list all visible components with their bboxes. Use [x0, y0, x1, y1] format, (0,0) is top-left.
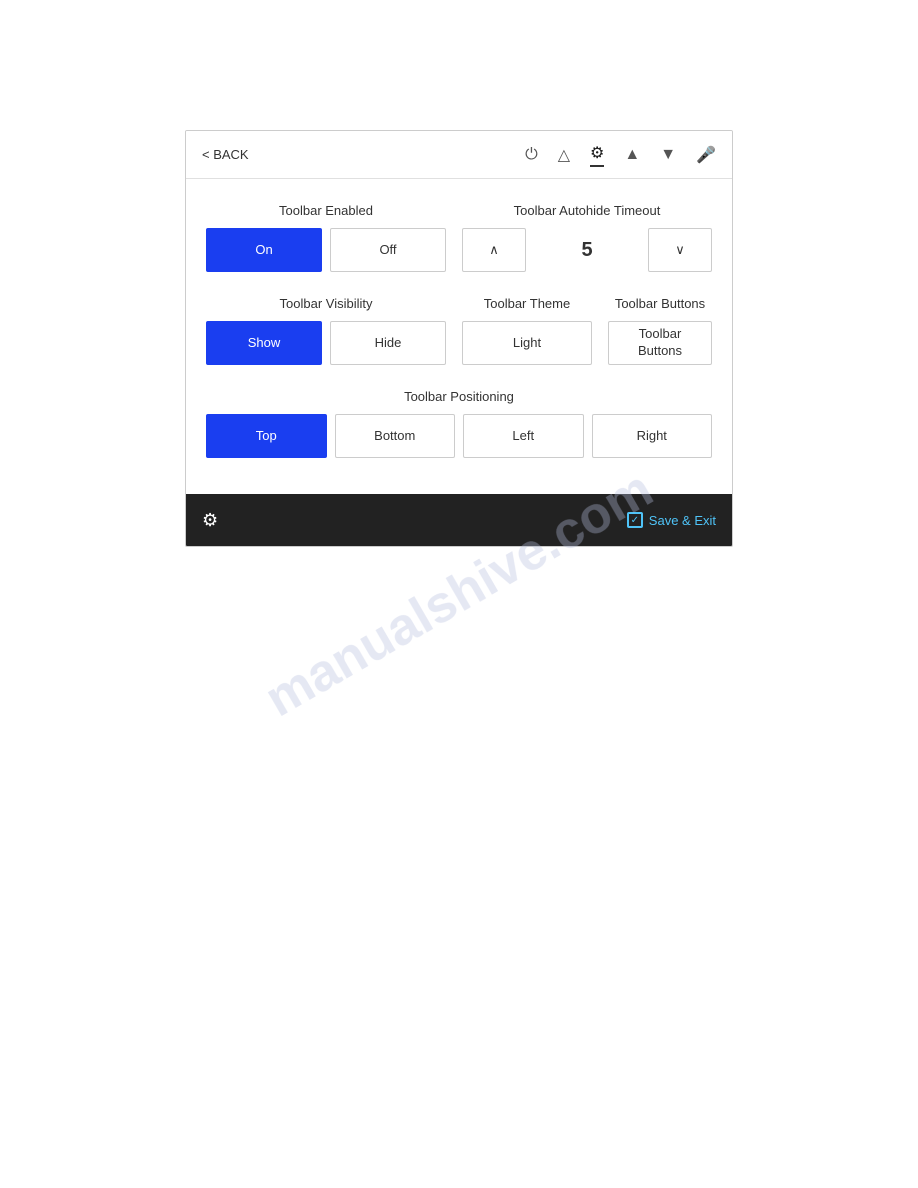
- positioning-label: Toolbar Positioning: [206, 389, 712, 404]
- visibility-btn-group: Show Hide: [206, 321, 446, 365]
- light-theme-button[interactable]: Light: [462, 321, 592, 365]
- show-button[interactable]: Show: [206, 321, 322, 365]
- toolbar-enabled-label: Toolbar Enabled: [206, 203, 446, 218]
- enabled-autohide-row: Toolbar Enabled On Off Toolbar Autohide …: [206, 203, 712, 272]
- toolbar-autohide-label: Toolbar Autohide Timeout: [462, 203, 712, 218]
- right-button[interactable]: Right: [592, 414, 713, 458]
- toolbar-visibility-label: Toolbar Visibility: [206, 296, 446, 311]
- toolbar-theme-section: Toolbar Theme Light: [462, 296, 592, 365]
- enabled-btn-group: On Off: [206, 228, 446, 272]
- top-button[interactable]: Top: [206, 414, 327, 458]
- content-area: Toolbar Enabled On Off Toolbar Autohide …: [186, 179, 732, 494]
- footer-bar: ⚙ ✓ Save & Exit: [186, 494, 732, 546]
- save-exit-checkmark-icon: ✓: [627, 512, 643, 528]
- toolbar-buttons-section: Toolbar Buttons ToolbarButtons: [608, 296, 712, 365]
- home-icon[interactable]: △: [558, 145, 570, 165]
- vis-theme-buttons-row: Toolbar Visibility Show Hide Toolbar The…: [206, 296, 712, 365]
- toolbar-buttons-label: Toolbar Buttons: [608, 296, 712, 311]
- back-button[interactable]: < BACK: [202, 147, 249, 162]
- bottom-button[interactable]: Bottom: [335, 414, 456, 458]
- on-button[interactable]: On: [206, 228, 322, 272]
- footer-gear-icon[interactable]: ⚙: [202, 510, 218, 531]
- toolbar-enabled-section: Toolbar Enabled On Off: [206, 203, 446, 272]
- power-icon[interactable]: ⏻: [525, 146, 538, 164]
- settings-panel: < BACK ⏻ △ ⚙ ▲ ▼ 🎤 Toolbar Enabled On Of…: [185, 130, 733, 547]
- autohide-value: 5: [534, 239, 640, 262]
- up-icon[interactable]: ▲: [624, 146, 640, 164]
- settings-icon[interactable]: ⚙: [590, 143, 604, 167]
- off-button[interactable]: Off: [330, 228, 446, 272]
- save-exit-button[interactable]: ✓ Save & Exit: [627, 512, 716, 528]
- autohide-increment-button[interactable]: ∧: [462, 228, 526, 272]
- toolbar-theme-label: Toolbar Theme: [462, 296, 592, 311]
- autohide-decrement-button[interactable]: ∨: [648, 228, 712, 272]
- top-nav: < BACK ⏻ △ ⚙ ▲ ▼ 🎤: [186, 131, 732, 179]
- left-button[interactable]: Left: [463, 414, 584, 458]
- toolbar-visibility-section: Toolbar Visibility Show Hide: [206, 296, 446, 365]
- save-exit-label: Save & Exit: [649, 513, 716, 528]
- theme-btn-group: Light: [462, 321, 592, 365]
- mic-icon[interactable]: 🎤: [696, 145, 716, 165]
- down-icon[interactable]: ▼: [660, 146, 676, 164]
- nav-icons: ⏻ △ ⚙ ▲ ▼ 🎤: [525, 143, 716, 167]
- toolbar-autohide-section: Toolbar Autohide Timeout ∧ 5 ∨: [462, 203, 712, 272]
- positioning-btn-group: Top Bottom Left Right: [206, 414, 712, 458]
- autohide-controls: ∧ 5 ∨: [462, 228, 712, 272]
- hide-button[interactable]: Hide: [330, 321, 446, 365]
- toolbar-buttons-group: ToolbarButtons: [608, 321, 712, 365]
- toolbar-buttons-button[interactable]: ToolbarButtons: [608, 321, 712, 365]
- positioning-row: Toolbar Positioning Top Bottom Left Righ…: [206, 389, 712, 458]
